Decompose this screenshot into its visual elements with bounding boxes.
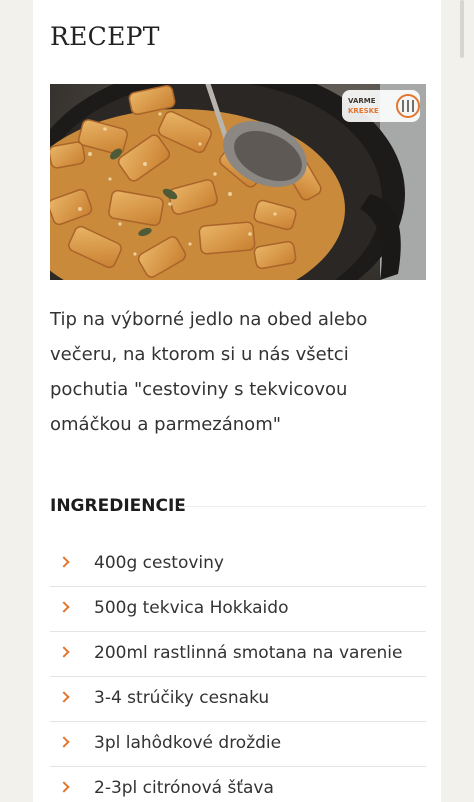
recipe-description: Tip na výborné jedlo na obed alebo večer… — [50, 309, 368, 435]
svg-text:VARME: VARME — [348, 97, 376, 105]
list-item: 2-3pl citrónová šťava — [50, 767, 426, 802]
page: RECEPT VARME KRESKE Tip na výborné jedlo… — [0, 0, 474, 802]
ingredient-label: 2-3pl citrónová šťava — [94, 778, 274, 798]
recipe-image: VARME KRESKE — [50, 84, 426, 280]
list-item: 500g tekvica Hokkaido — [50, 587, 426, 632]
ingredient-label: 200ml rastlinná smotana na varenie — [94, 643, 403, 663]
ingredient-label: 400g cestoviny — [94, 553, 224, 573]
list-item: 3-4 strúčiky cesnaku — [50, 677, 426, 722]
svg-text:KRESKE: KRESKE — [348, 107, 379, 115]
recipe-title: RECEPT — [50, 22, 160, 51]
chevron-right-icon — [60, 738, 68, 746]
ingredient-label: 3pl lahôdkové droždie — [94, 733, 282, 753]
chevron-right-icon — [60, 603, 68, 611]
brand-logo: VARME KRESKE — [342, 90, 420, 122]
ingredients-list: 400g cestoviny 500g tekvica Hokkaido 200… — [50, 542, 426, 802]
list-item: 200ml rastlinná smotana na varenie — [50, 632, 426, 677]
scrollbar[interactable] — [460, 0, 464, 58]
chevron-right-icon — [60, 693, 68, 701]
chevron-right-icon — [60, 648, 68, 656]
ingredients-heading: INGREDIENCIE — [50, 496, 186, 516]
list-item: 3pl lahôdkové droždie — [50, 722, 426, 767]
list-item: 400g cestoviny — [50, 542, 426, 587]
pasta-photo: VARME KRESKE — [50, 84, 426, 280]
ingredient-label: 3-4 strúčiky cesnaku — [94, 688, 270, 708]
divider — [178, 506, 426, 507]
ingredient-label: 500g tekvica Hokkaido — [94, 598, 289, 618]
chevron-right-icon — [60, 558, 68, 566]
chevron-right-icon — [60, 783, 68, 791]
